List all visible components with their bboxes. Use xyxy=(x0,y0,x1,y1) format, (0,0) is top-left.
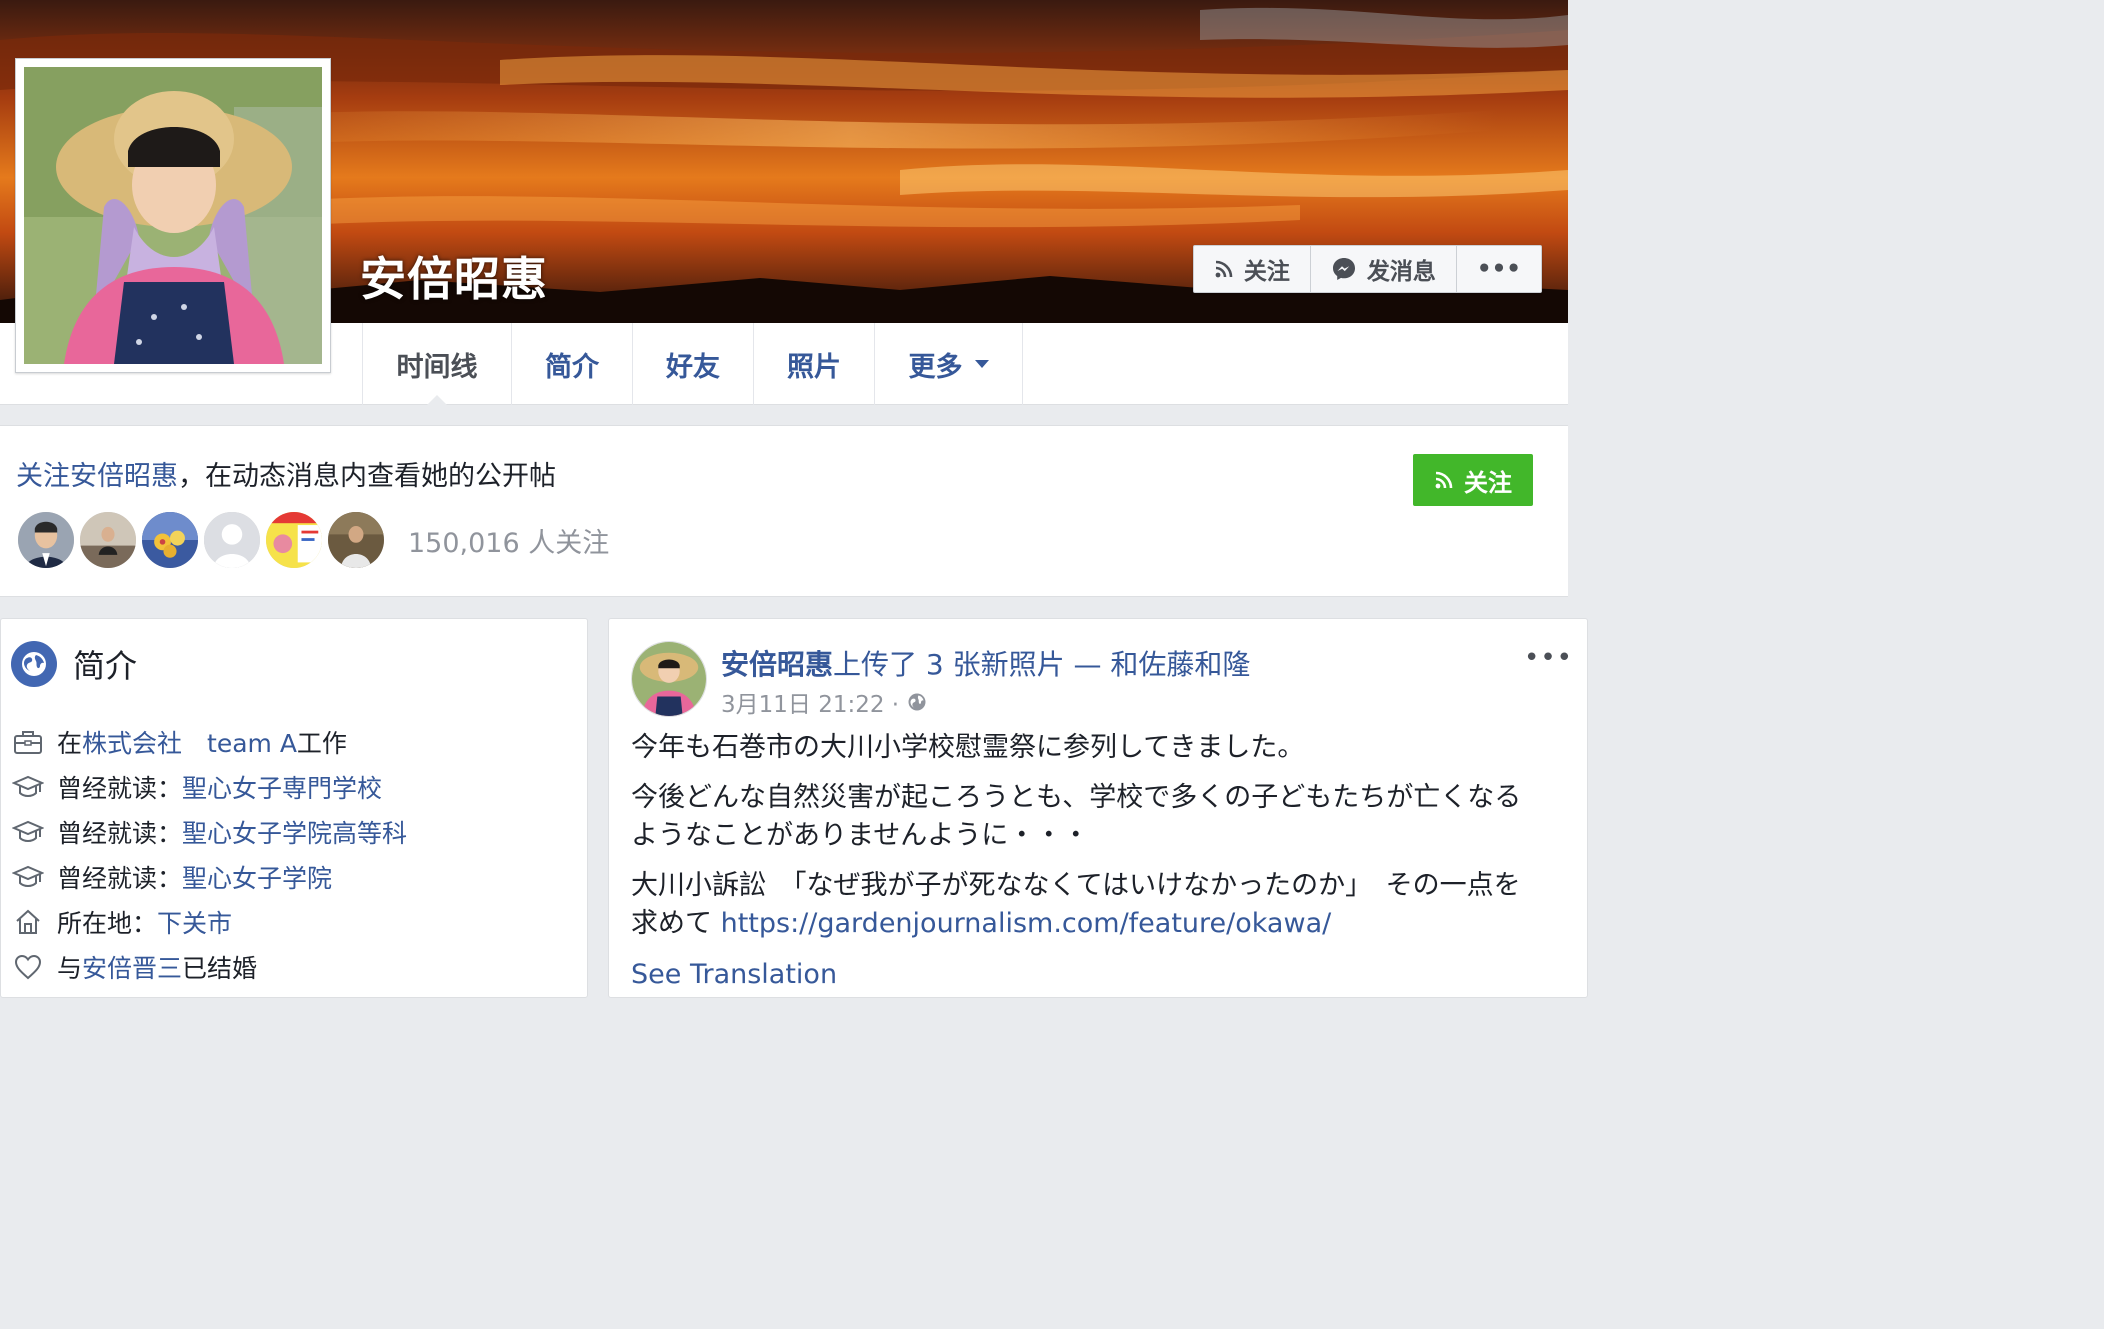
follower-avatar[interactable] xyxy=(202,510,262,570)
tab-about-label: 简介 xyxy=(545,351,599,383)
globe-icon xyxy=(11,641,57,687)
intro-item-prefix: 曾经就读： xyxy=(57,818,183,848)
intro-header: 简介 xyxy=(11,641,137,687)
follow-green-button[interactable]: 关注 xyxy=(1413,454,1533,506)
cover-action-bar: 关注 发消息 ••• xyxy=(1192,245,1542,293)
home-icon xyxy=(11,905,45,939)
intro-item-prefix: 曾经就读： xyxy=(57,773,183,803)
intro-item-link[interactable]: 聖心女子専門学校 xyxy=(182,769,382,805)
tab-photos-label: 照片 xyxy=(787,351,841,383)
intro-item-link[interactable]: 聖心女子学院 xyxy=(182,859,332,895)
post-options-button[interactable]: ••• xyxy=(1524,643,1573,673)
intro-item-education: 曾经就读： 聖心女子学院高等科 xyxy=(11,809,581,854)
post-paragraph: 今年も石巻市の大川小学校慰霊祭に参列してきました。 xyxy=(631,732,1305,763)
chevron-down-icon xyxy=(974,360,989,368)
post-author-name[interactable]: 安倍昭惠 xyxy=(721,648,833,681)
message-button-label: 发消息 xyxy=(1366,259,1436,285)
intro-item-location: 所在地： 下关市 xyxy=(11,899,581,944)
follow-profile-link[interactable]: 关注安倍昭惠 xyxy=(16,461,178,492)
post-paragraph-with-link: 大川小訴訟 「なぜ我が子が死ななくてはいけなかったのか」 その一点を求めて ht… xyxy=(631,867,1531,943)
messenger-icon xyxy=(1332,258,1355,280)
see-translation-link[interactable]: See Translation xyxy=(631,959,837,990)
intro-item-relationship: 与安倍晋三 已结婚 xyxy=(11,944,581,989)
follower-avatar[interactable] xyxy=(140,510,200,570)
briefcase-icon xyxy=(11,725,45,759)
intro-item-prefix: 曾经就读： xyxy=(57,863,183,893)
profile-name[interactable]: 安倍昭惠 xyxy=(360,243,548,309)
tab-more[interactable]: 更多 xyxy=(875,323,1023,405)
tab-timeline[interactable]: 时间线 xyxy=(363,323,512,406)
intro-item-suffix: 工作 xyxy=(296,728,347,758)
intro-item-link[interactable]: 聖心女子学院高等科 xyxy=(182,814,407,850)
more-options-button[interactable]: ••• xyxy=(1457,246,1541,292)
more-dots-icon: ••• xyxy=(1476,256,1521,282)
intro-item-prefix: 与 xyxy=(57,953,83,983)
follower-avatar[interactable] xyxy=(264,510,324,570)
intro-item-prefix: 在 xyxy=(57,728,83,758)
profile-picture[interactable] xyxy=(15,58,331,373)
heart-icon xyxy=(11,950,45,984)
profile-photo-image xyxy=(24,67,322,364)
post-meta: 3月11日 21:22 · xyxy=(721,685,927,719)
intro-item-suffix: 已结婚 xyxy=(182,953,258,983)
post-url-link[interactable]: https://gardenjournalism.com/feature/oka… xyxy=(721,908,1332,939)
intro-item-link[interactable]: 株式会社 team A xyxy=(82,724,297,760)
graduation-cap-icon xyxy=(11,815,45,849)
follower-avatar[interactable] xyxy=(326,510,386,570)
post-paragraph: 今後どんな自然災害が起ころうとも、学校で多くの子どもたちが亡くなるようなことがあ… xyxy=(631,782,1522,851)
tab-about[interactable]: 简介 xyxy=(512,323,633,405)
rss-icon xyxy=(1215,260,1233,278)
intro-item-education: 曾经就读： 聖心女子学院 xyxy=(11,854,581,899)
intro-title: 简介 xyxy=(73,647,138,685)
graduation-cap-icon xyxy=(11,770,45,804)
follower-avatar[interactable] xyxy=(16,510,76,570)
intro-item-work: 在株式会社 team A 工作 xyxy=(11,719,581,764)
intro-item-prefix: 所在地： xyxy=(57,908,158,938)
follow-button-label: 关注 xyxy=(1243,259,1290,285)
tab-timeline-label: 时间线 xyxy=(396,351,478,383)
follower-avatar[interactable] xyxy=(78,510,138,570)
tab-more-label: 更多 xyxy=(908,351,963,383)
follow-prompt-section: 关注安倍昭惠，在动态消息内查看她的公开帖 关注 150,016 人关注 xyxy=(0,425,1568,597)
post-timestamp[interactable]: 3月11日 21:22 · xyxy=(721,685,899,719)
post-body: 今年も石巻市の大川小学校慰霊祭に参列してきました。 今後どんな自然災害が起ころう… xyxy=(631,729,1531,955)
follow-green-button-label: 关注 xyxy=(1464,468,1512,497)
tab-friends-label: 好友 xyxy=(666,351,720,383)
follow-button[interactable]: 关注 xyxy=(1194,246,1311,292)
follower-count[interactable]: 150,016 人关注 xyxy=(408,521,609,560)
post-card: 安倍昭惠上传了 3 张新照片 — 和佐藤和隆 3月11日 21:22 · •••… xyxy=(608,618,1588,998)
follow-prompt-rest: ，在动态消息内查看她的公开帖 xyxy=(178,461,556,492)
post-author-avatar[interactable] xyxy=(631,641,707,717)
intro-item-link[interactable]: 安倍晋三 xyxy=(82,949,182,985)
tab-photos[interactable]: 照片 xyxy=(754,323,875,405)
profile-tabs: 时间线 简介 好友 照片 更多 xyxy=(362,323,1023,406)
public-globe-icon[interactable] xyxy=(907,692,927,712)
intro-item-link[interactable]: 下关市 xyxy=(157,904,232,940)
follow-prompt-text: 关注安倍昭惠，在动态消息内查看她的公开帖 xyxy=(16,454,556,493)
post-header: 安倍昭惠上传了 3 张新照片 — 和佐藤和隆 xyxy=(721,643,1250,683)
message-button[interactable]: 发消息 xyxy=(1311,246,1457,292)
intro-card: 简介 在株式会社 team A 工作 曾经就读： 聖心女子専門学校 曾经就读： 聖心女… xyxy=(0,618,588,998)
intro-item-education: 曾经就读： 聖心女子専門学校 xyxy=(11,764,581,809)
follower-avatars: 150,016 人关注 xyxy=(16,510,609,570)
graduation-cap-icon xyxy=(11,860,45,894)
tab-friends[interactable]: 好友 xyxy=(633,323,754,405)
rss-icon xyxy=(1435,471,1453,489)
intro-list: 在株式会社 team A 工作 曾经就读： 聖心女子専門学校 曾经就读： 聖心女子学院… xyxy=(11,719,581,989)
post-action-text[interactable]: 上传了 3 张新照片 — 和佐藤和隆 xyxy=(833,648,1250,681)
